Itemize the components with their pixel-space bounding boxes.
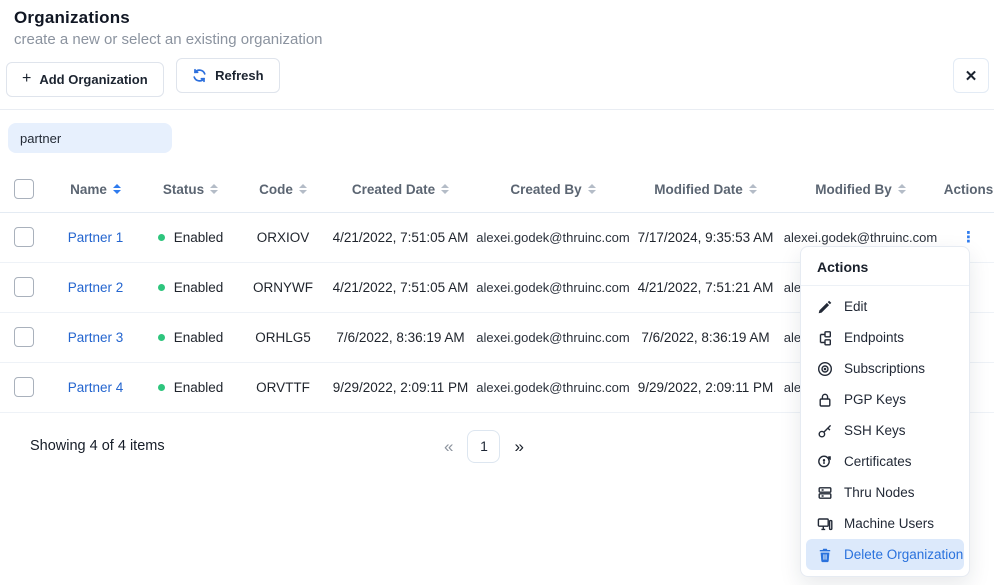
column-header-name[interactable]: Name bbox=[48, 167, 143, 212]
toolbar: + Add Organization Refresh ✕ bbox=[0, 58, 994, 110]
code-cell: ORNYWF bbox=[238, 262, 328, 312]
pagination: « 1 » bbox=[444, 430, 524, 463]
status-badge: Enabled bbox=[158, 380, 224, 395]
next-page-button[interactable]: » bbox=[514, 438, 523, 455]
created-by-cell: alexei.godek@thruinc.com bbox=[473, 362, 633, 412]
key-icon bbox=[817, 423, 833, 439]
previous-page-button[interactable]: « bbox=[444, 438, 453, 455]
column-header-code[interactable]: Code bbox=[238, 167, 328, 212]
lock-icon bbox=[817, 392, 833, 408]
organization-link[interactable]: Partner 3 bbox=[68, 330, 124, 345]
column-header-modified-date[interactable]: Modified Date bbox=[633, 167, 778, 212]
menu-item-endpoints[interactable]: Endpoints bbox=[806, 322, 964, 353]
row-checkbox[interactable] bbox=[14, 327, 34, 347]
created-by-cell: alexei.godek@thruinc.com bbox=[473, 262, 633, 312]
row-actions-kebab-icon[interactable]: ⋮ bbox=[961, 229, 976, 246]
organizations-page: Organizations create a new or select an … bbox=[0, 0, 994, 585]
table-header-row: Name Status Code Created Date Created By bbox=[0, 167, 994, 212]
items-summary: Showing 4 of 4 items bbox=[30, 438, 165, 454]
column-header-created-by[interactable]: Created By bbox=[473, 167, 633, 212]
status-badge: Enabled bbox=[158, 330, 224, 345]
created-by-cell: alexei.godek@thruinc.com bbox=[473, 212, 633, 262]
row-checkbox[interactable] bbox=[14, 277, 34, 297]
sort-icon bbox=[441, 184, 449, 194]
refresh-label: Refresh bbox=[215, 68, 263, 83]
organization-link[interactable]: Partner 4 bbox=[68, 380, 124, 395]
page-title: Organizations bbox=[14, 8, 980, 28]
modified-date-cell: 9/29/2022, 2:09:11 PM bbox=[633, 362, 778, 412]
sort-icon bbox=[113, 184, 121, 194]
menu-item-ssh-keys[interactable]: SSH Keys bbox=[806, 415, 964, 446]
column-header-created-date[interactable]: Created Date bbox=[328, 167, 473, 212]
column-header-status[interactable]: Status bbox=[143, 167, 238, 212]
column-header-modified-by[interactable]: Modified By bbox=[778, 167, 943, 212]
created-date-cell: 4/21/2022, 7:51:05 AM bbox=[328, 262, 473, 312]
menu-item-thru-nodes[interactable]: Thru Nodes bbox=[806, 477, 964, 508]
machine-display-icon bbox=[817, 516, 833, 532]
sort-icon bbox=[299, 184, 307, 194]
plus-icon: + bbox=[22, 71, 31, 87]
row-checkbox[interactable] bbox=[14, 227, 34, 247]
page-subtitle: create a new or select an existing organ… bbox=[14, 31, 980, 48]
page-header: Organizations create a new or select an … bbox=[0, 0, 994, 48]
modified-date-cell: 4/21/2022, 7:51:21 AM bbox=[633, 262, 778, 312]
sort-icon bbox=[749, 184, 757, 194]
certificate-badge-icon bbox=[817, 454, 833, 470]
add-organization-label: Add Organization bbox=[39, 72, 147, 87]
organization-link[interactable]: Partner 1 bbox=[68, 230, 124, 245]
code-cell: ORVTTF bbox=[238, 362, 328, 412]
status-dot-icon bbox=[158, 384, 165, 391]
menu-item-certificates[interactable]: Certificates bbox=[806, 446, 964, 477]
page-number-button[interactable]: 1 bbox=[467, 430, 500, 463]
trash-icon bbox=[817, 547, 833, 563]
modified-date-cell: 7/17/2024, 9:35:53 AM bbox=[633, 212, 778, 262]
pencil-icon bbox=[817, 299, 833, 315]
add-organization-button[interactable]: + Add Organization bbox=[6, 62, 164, 97]
created-date-cell: 4/21/2022, 7:51:05 AM bbox=[328, 212, 473, 262]
menu-item-delete-organization[interactable]: Delete Organization bbox=[806, 539, 964, 570]
created-date-cell: 9/29/2022, 2:09:11 PM bbox=[328, 362, 473, 412]
created-by-cell: alexei.godek@thruinc.com bbox=[473, 312, 633, 362]
status-dot-icon bbox=[158, 234, 165, 241]
actions-dropdown-menu: Actions Edit Endpoints bbox=[800, 246, 970, 577]
code-cell: ORHLG5 bbox=[238, 312, 328, 362]
server-stack-icon bbox=[817, 485, 833, 501]
eye-icon bbox=[817, 361, 833, 377]
filter-bar bbox=[0, 110, 994, 167]
status-badge: Enabled bbox=[158, 230, 224, 245]
menu-item-edit[interactable]: Edit bbox=[806, 291, 964, 322]
sort-icon bbox=[210, 184, 218, 194]
menu-item-machine-users[interactable]: Machine Users bbox=[806, 508, 964, 539]
actions-menu-title: Actions bbox=[801, 247, 969, 286]
status-dot-icon bbox=[158, 284, 165, 291]
sort-icon bbox=[588, 184, 596, 194]
diagram-tree-icon bbox=[817, 330, 833, 346]
column-header-actions: Actions bbox=[943, 167, 994, 212]
created-date-cell: 7/6/2022, 8:36:19 AM bbox=[328, 312, 473, 362]
search-input[interactable] bbox=[8, 123, 172, 153]
select-all-checkbox[interactable] bbox=[14, 179, 34, 199]
menu-item-pgp-keys[interactable]: PGP Keys bbox=[806, 384, 964, 415]
sort-icon bbox=[898, 184, 906, 194]
close-icon: ✕ bbox=[965, 67, 978, 85]
refresh-button[interactable]: Refresh bbox=[176, 58, 279, 93]
organization-link[interactable]: Partner 2 bbox=[68, 280, 124, 295]
refresh-icon bbox=[192, 68, 207, 83]
menu-item-subscriptions[interactable]: Subscriptions bbox=[806, 353, 964, 384]
modified-date-cell: 7/6/2022, 8:36:19 AM bbox=[633, 312, 778, 362]
status-badge: Enabled bbox=[158, 280, 224, 295]
code-cell: ORXIOV bbox=[238, 212, 328, 262]
close-button[interactable]: ✕ bbox=[953, 58, 989, 93]
status-dot-icon bbox=[158, 334, 165, 341]
row-checkbox[interactable] bbox=[14, 377, 34, 397]
